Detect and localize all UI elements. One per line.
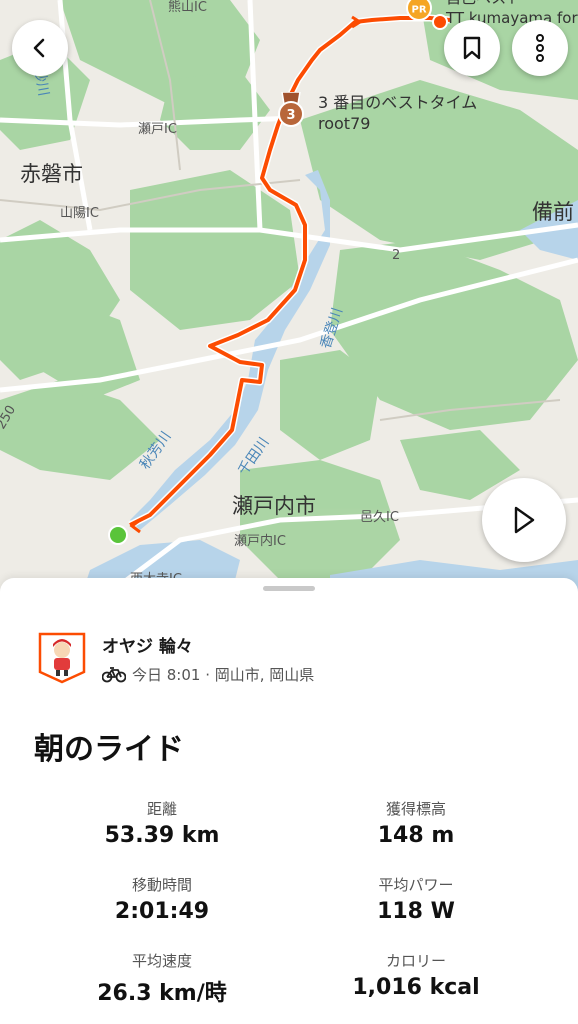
stat-value: 148 m (377, 823, 455, 848)
pr-badge-icon[interactable]: PR (404, 0, 434, 24)
bike-icon (102, 666, 126, 682)
stat-label: カロリー (385, 952, 446, 970)
more-icon (536, 34, 544, 62)
stat-label: 平均パワー (378, 876, 454, 894)
sheet-drag-handle[interactable] (263, 586, 315, 591)
stat-label: 獲得標高 (385, 800, 446, 818)
map-label-seto-ic: 瀬戸IC (138, 122, 177, 137)
activity-meta-text: 今日 8:01 · 岡山市, 岡山県 (132, 666, 315, 684)
more-options-button[interactable] (512, 20, 568, 76)
back-button[interactable] (12, 20, 68, 76)
stat-label: 移動時間 (131, 876, 192, 894)
pr-badge-text: PR (411, 5, 426, 16)
medal-icon[interactable]: 3 (276, 91, 306, 130)
stat-value: 118 W (377, 899, 455, 924)
stat-label: 平均速度 (131, 952, 192, 970)
map-label-kumayama-ic: 熊山IC (168, 0, 207, 15)
segment-name: root79 (318, 114, 371, 133)
play-flyover-button[interactable] (482, 478, 566, 562)
athlete-avatar[interactable] (38, 632, 86, 684)
stat-distance: 距離 53.39 km (42, 798, 282, 848)
bookmark-icon (463, 36, 481, 60)
map-label-akaiwa: 赤磐市 (20, 162, 83, 186)
map-label-route-2: 2 (392, 248, 401, 263)
route-map[interactable]: 熊山IC 砂川 瀬戸IC 赤磐市 山陽IC 備前 2 香登川 250 秋芳川 千… (0, 0, 578, 600)
pr-segment-line1: 自己ベスト (446, 0, 578, 8)
stat-value: 26.3 km/時 (97, 981, 227, 1006)
stat-moving-time: 移動時間 2:01:49 (42, 874, 282, 924)
bookmark-button[interactable] (444, 20, 500, 76)
stat-elevation-gain: 獲得標高 148 m (296, 798, 536, 848)
back-icon (33, 38, 45, 58)
activity-title: 朝のライド (34, 732, 184, 767)
segment-label[interactable]: 3 番目のベストタイム root79 (318, 92, 477, 134)
stat-value: 1,016 kcal (352, 975, 480, 1000)
activity-meta: 今日 8:01 · 岡山市, 岡山県 (102, 664, 314, 685)
stat-value: 2:01:49 (114, 899, 210, 924)
stat-avg-power: 平均パワー 118 W (296, 874, 536, 924)
stat-value: 53.39 km (104, 823, 220, 848)
map-label-setouchi: 瀬戸内市 (232, 494, 316, 518)
map-label-bizen: 備前 (532, 200, 574, 224)
map-label-setouchi-ic: 瀬戸内IC (234, 534, 286, 549)
athlete-name[interactable]: オヤジ 輪々 (102, 632, 193, 657)
medal-rank: 3 (286, 108, 295, 123)
stat-calories: カロリー 1,016 kcal (296, 950, 536, 1000)
stat-label: 距離 (146, 800, 177, 818)
play-icon (514, 506, 535, 534)
map-label-oku-ic: 邑久IC (360, 510, 399, 525)
map-label-sanyo-ic: 山陽IC (60, 206, 99, 221)
activity-sheet: オヤジ 輪々 今日 8:01 · 岡山市, 岡山県 朝のライド 距離 53.39… (0, 578, 578, 1024)
stat-avg-speed: 平均速度 26.3 km/時 (42, 950, 282, 1007)
segment-rank-text: 3 番目のベストタイム (318, 93, 478, 112)
